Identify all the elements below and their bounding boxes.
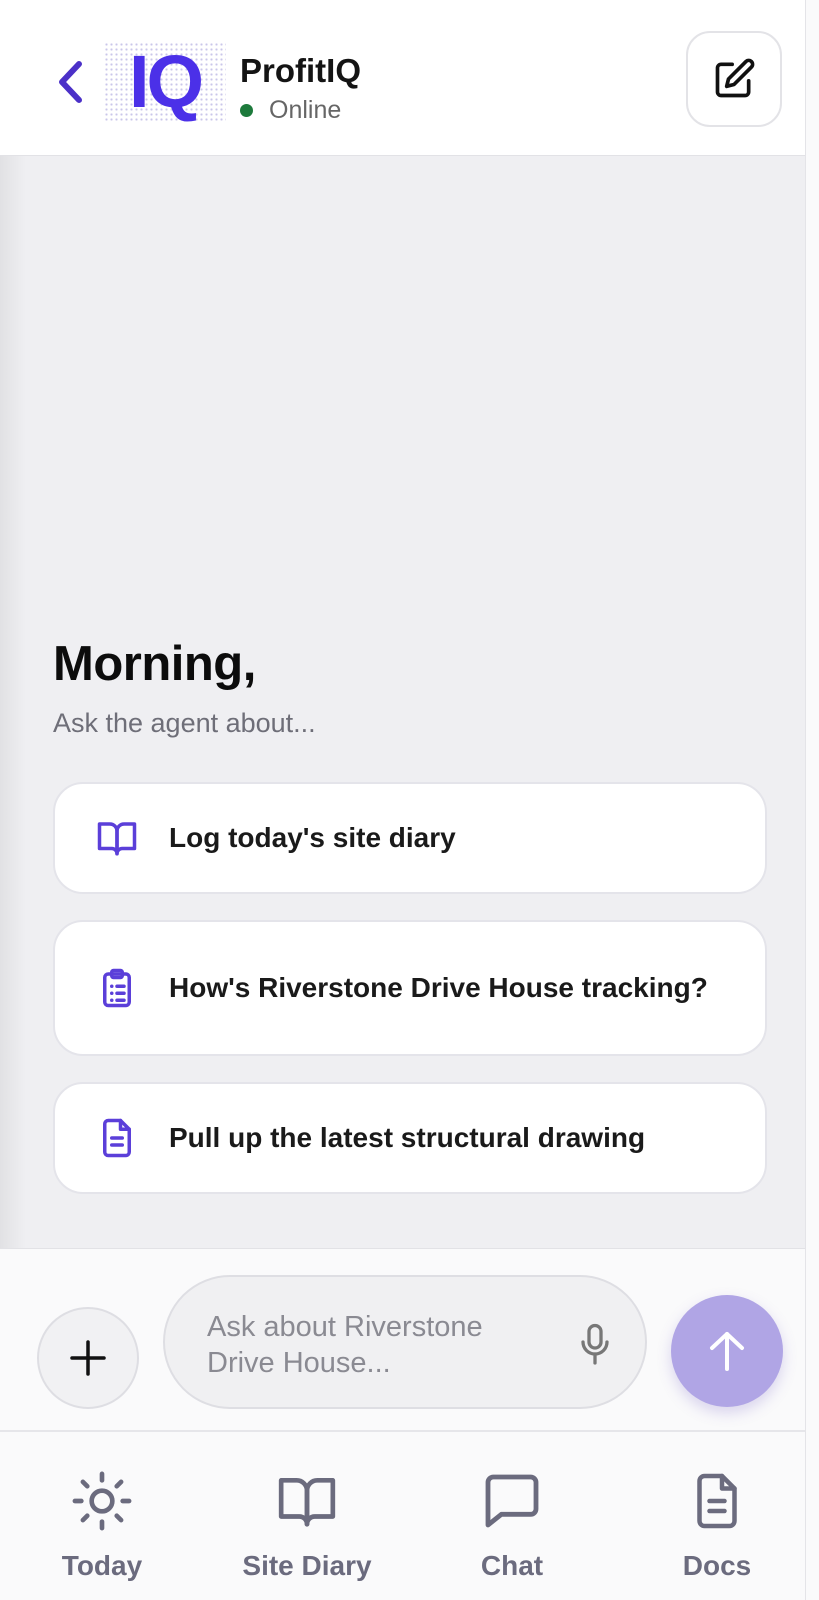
message-composer: Ask about Riverstone Drive House... (0, 1248, 805, 1430)
greeting-subtitle: Ask the agent about... (53, 708, 316, 738)
chat-bubble-icon (422, 1468, 602, 1534)
suggestion-label: Pull up the latest structural drawing (169, 1122, 646, 1153)
scroll-edge (805, 0, 819, 1600)
suggestion-card-project-tracking[interactable]: How's Riverstone Drive House tracking? (53, 920, 767, 1056)
suggestion-label: How's Riverstone Drive House tracking? (169, 972, 708, 1003)
bottom-navigation: Today Site Diary Chat Docs (0, 1430, 805, 1600)
suggestion-card-site-diary[interactable]: Log today's site diary (53, 782, 767, 894)
microphone-icon (581, 1323, 609, 1365)
document-icon (95, 1116, 139, 1160)
new-chat-button[interactable] (686, 31, 782, 127)
nav-today[interactable]: Today (12, 1468, 192, 1582)
clipboard-list-icon (95, 966, 139, 1010)
nav-label: Site Diary (242, 1550, 372, 1581)
chevron-left-icon (59, 61, 82, 103)
nav-site-diary[interactable]: Site Diary (217, 1468, 397, 1582)
nav-label: Chat (480, 1550, 544, 1581)
message-input[interactable]: Ask about Riverstone Drive House... (163, 1275, 647, 1409)
top-header: IQ ProfitIQ Online (0, 0, 805, 156)
edit-square-icon (715, 58, 755, 98)
nav-label: Today (61, 1550, 143, 1581)
nav-chat[interactable]: Chat (422, 1468, 602, 1582)
app-title: ProfitIQ (240, 52, 361, 89)
suggestion-label: Log today's site diary (169, 822, 456, 853)
status-text: Online (269, 96, 342, 124)
plus-icon (70, 1340, 106, 1376)
document-icon (627, 1468, 807, 1534)
greeting-title: Morning, (53, 637, 256, 691)
sun-icon (12, 1468, 192, 1534)
arrow-up-icon (710, 1332, 744, 1371)
voice-input-button[interactable] (575, 1321, 615, 1369)
message-input-placeholder: Ask about Riverstone Drive House... (207, 1311, 483, 1379)
attach-button[interactable] (37, 1307, 139, 1409)
app-logo: IQ (104, 42, 226, 122)
book-open-icon (95, 816, 139, 860)
send-button[interactable] (671, 1295, 783, 1407)
status-dot-icon (240, 104, 253, 117)
online-status: Online (240, 96, 341, 125)
suggestion-card-structural-drawing[interactable]: Pull up the latest structural drawing (53, 1082, 767, 1194)
logo-text: IQ (128, 40, 204, 123)
nav-label: Docs (682, 1550, 752, 1581)
nav-docs[interactable]: Docs (627, 1468, 807, 1582)
book-open-icon (217, 1468, 397, 1534)
back-button[interactable] (50, 58, 90, 106)
